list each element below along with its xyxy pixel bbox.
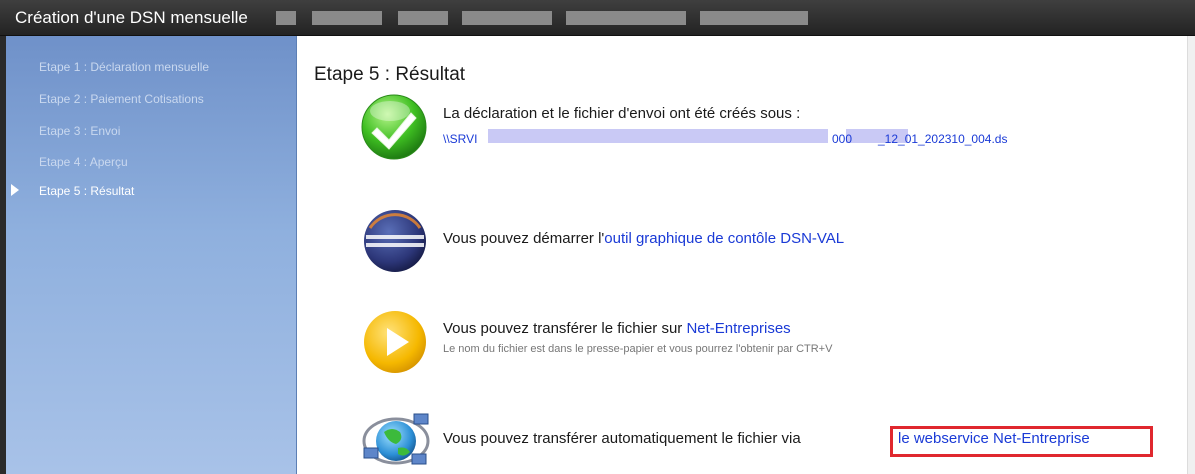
sidebar-step-2[interactable]: Etape 2 : Paiement Cotisations bbox=[39, 92, 204, 106]
sidebar-step-1[interactable]: Etape 1 : Déclaration mensuelle bbox=[39, 60, 209, 74]
redacted-region bbox=[462, 11, 552, 25]
webservice-text: Vous pouvez transférer automatiquement l… bbox=[443, 430, 801, 447]
main-panel: Etape 5 : Résultat La déclaration et le … bbox=[298, 36, 1195, 474]
file-path-start: \\SRVI bbox=[443, 132, 478, 146]
steps-sidebar: Etape 1 : Déclaration mensuelle Etape 2 … bbox=[6, 36, 297, 474]
dsnval-link[interactable]: outil graphique de contôle DSN-VAL bbox=[604, 230, 844, 247]
redacted-region bbox=[566, 11, 686, 25]
dsnval-row: Vous pouvez démarrer l'outil graphique d… bbox=[443, 230, 844, 247]
play-icon bbox=[364, 311, 426, 373]
redacted-region bbox=[276, 11, 296, 25]
file-path-end[interactable]: _12_01_202310_004.ds bbox=[878, 132, 1007, 146]
checkmark-icon bbox=[361, 94, 427, 160]
file-path-link[interactable]: \\SRVI bbox=[443, 132, 477, 146]
page-title: Etape 5 : Résultat bbox=[314, 64, 466, 85]
redacted-region bbox=[854, 129, 874, 143]
scrollbar[interactable] bbox=[1187, 36, 1195, 474]
result-message: La déclaration et le fichier d'envoi ont… bbox=[443, 105, 801, 122]
eclipse-icon bbox=[364, 210, 426, 272]
redacted-region bbox=[398, 11, 448, 25]
transfer-text: Vous pouvez transférer le fichier sur bbox=[443, 320, 687, 337]
dsnval-text: Vous pouvez démarrer l' bbox=[443, 230, 605, 247]
globe-network-icon bbox=[362, 413, 430, 465]
redacted-region bbox=[700, 11, 808, 25]
chevron-right-icon bbox=[11, 184, 19, 196]
sidebar-step-5[interactable]: Etape 5 : Résultat bbox=[39, 184, 134, 198]
window-title: Création d'une DSN mensuelle bbox=[15, 8, 248, 27]
highlight-box bbox=[890, 426, 1153, 457]
redacted-region bbox=[488, 129, 828, 143]
sidebar-step-4[interactable]: Etape 4 : Aperçu bbox=[39, 155, 128, 169]
clipboard-note: Le nom du fichier est dans le presse-pap… bbox=[443, 343, 833, 355]
redacted-region bbox=[312, 11, 382, 25]
title-bar: Création d'une DSN mensuelle bbox=[0, 0, 1195, 36]
transfer-row: Vous pouvez transférer le fichier sur Ne… bbox=[443, 320, 791, 337]
file-path-mid: 000 bbox=[832, 132, 853, 146]
net-entreprises-link[interactable]: Net-Entreprises bbox=[686, 320, 790, 337]
sidebar-step-3[interactable]: Etape 3 : Envoi bbox=[39, 124, 120, 138]
